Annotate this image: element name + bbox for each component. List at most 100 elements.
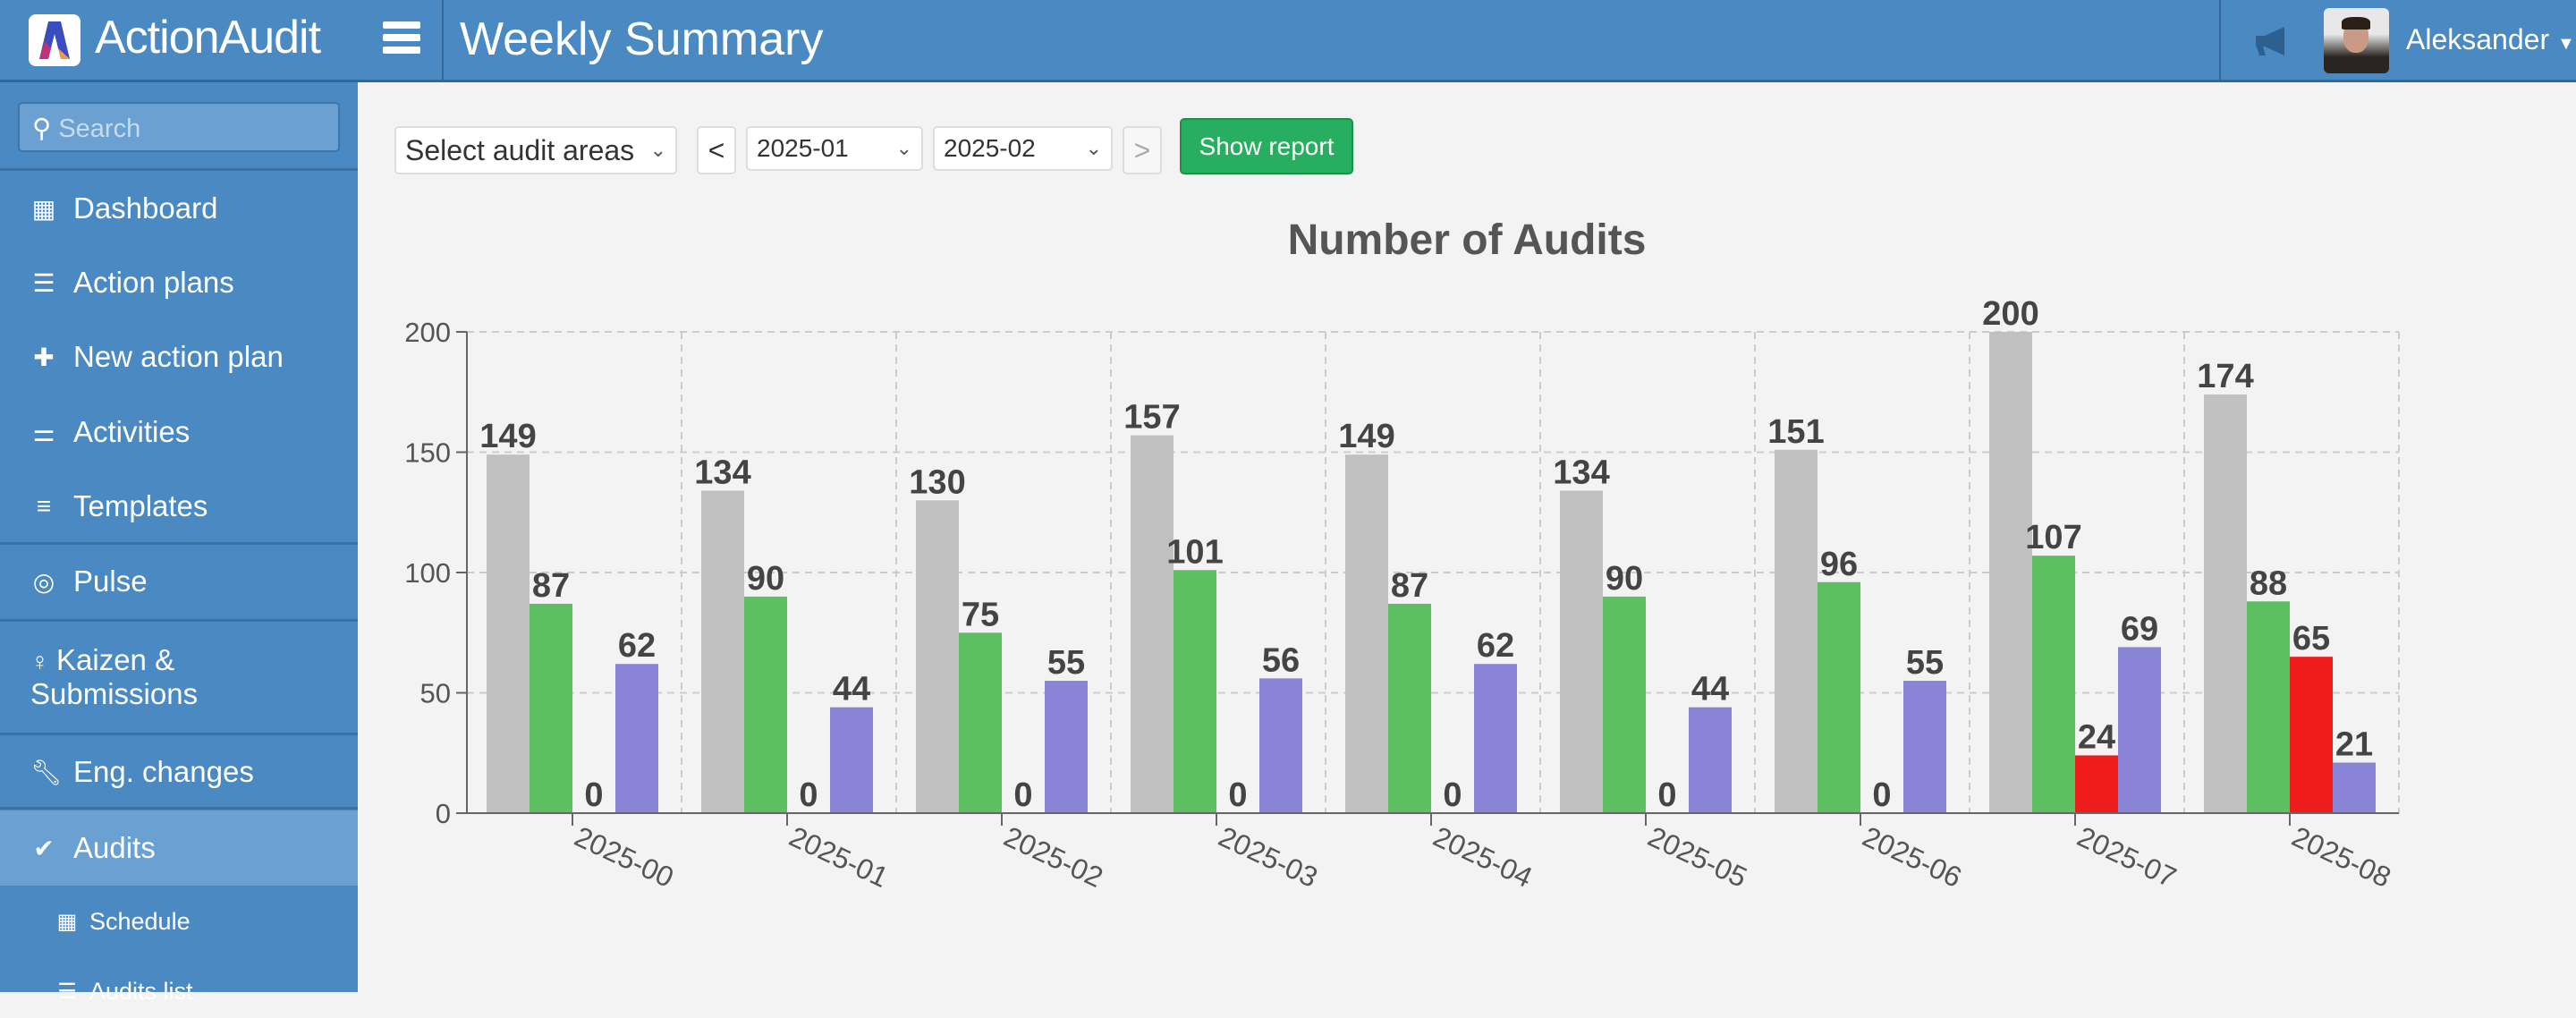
data-label: 21 [2335, 726, 2373, 764]
chevron-down-icon: ⌄ [895, 137, 912, 159]
sidebar-item-new-action-plan[interactable]: ✚ New action plan [0, 330, 358, 384]
data-label: 69 [2121, 610, 2158, 648]
label: Schedule [89, 907, 191, 935]
data-label: 149 [479, 418, 536, 455]
sidebar-item-templates[interactable]: ≡ Templates [0, 479, 358, 533]
y-tick-label: 0 [436, 798, 451, 829]
to-month-select[interactable]: 2025-02 ⌄ [933, 126, 1113, 171]
data-label: 65 [2292, 620, 2330, 657]
wrench-icon: 🔧︎ [30, 758, 63, 786]
divider [442, 0, 444, 80]
show-report-button[interactable]: Show report [1180, 118, 1353, 174]
data-label: 0 [799, 776, 818, 814]
data-label: 134 [1553, 454, 1609, 492]
x-tick-label: 2025-02 [999, 820, 1108, 894]
search-icon: ⚲ [32, 115, 52, 143]
check-icon: ✔ [33, 834, 55, 862]
data-label: 0 [1013, 776, 1032, 814]
from-month-select[interactable]: 2025-01 ⌄ [746, 126, 923, 171]
prev-button[interactable]: < [697, 126, 736, 174]
next-button[interactable]: > [1123, 126, 1162, 174]
data-label: 62 [1477, 627, 1514, 665]
data-label: 174 [2197, 358, 2253, 395]
y-tick-label: 150 [404, 437, 451, 469]
divider [0, 542, 358, 545]
label: Activities [73, 415, 191, 448]
sidebar-item-pulse[interactable]: ◎ Pulse [0, 555, 358, 608]
bar [1474, 664, 1517, 813]
data-label: 0 [1443, 776, 1462, 814]
data-label: 0 [1228, 776, 1247, 814]
data-label: 107 [2025, 519, 2081, 556]
y-tick-label: 200 [404, 317, 451, 348]
label: Submissions [30, 677, 199, 710]
bar [2333, 762, 2376, 813]
avatar[interactable] [2324, 8, 2389, 73]
server-icon: ☰ [32, 268, 55, 297]
caret-down-icon: ▼ [2556, 34, 2575, 54]
sidebar-item-action-plans[interactable]: ☰ Action plans [0, 256, 358, 310]
plus-icon: ✚ [33, 343, 55, 371]
bar [959, 632, 1002, 813]
x-tick-label: 2025-08 [2287, 820, 2396, 894]
sliders-icon: ⚌ [32, 418, 55, 446]
bar [2075, 755, 2118, 813]
sidebar-item-activities[interactable]: ⚌ Activities [0, 405, 358, 459]
bar [701, 490, 744, 813]
label: Pulse [73, 564, 148, 598]
data-label: 55 [1906, 644, 1944, 682]
bar [1388, 603, 1431, 813]
bar [916, 500, 959, 813]
sidebar-item-audits-list[interactable]: ☰ Audits list [0, 964, 358, 1018]
server-icon: ☰ [57, 979, 77, 1004]
divider [0, 807, 358, 810]
search-placeholder: Search [58, 115, 141, 143]
divider [0, 733, 358, 735]
label: Eng. changes [73, 755, 254, 788]
sidebar-item-dashboard[interactable]: ▦ Dashboard [0, 182, 358, 235]
sidebar-item-eng-changes[interactable]: 🔧︎ Eng. changes [0, 745, 358, 799]
audit-areas-select[interactable]: Select audit areas ⌄ [394, 126, 677, 174]
bar [1560, 490, 1603, 813]
y-tick-label: 100 [404, 557, 451, 589]
bar [615, 664, 658, 813]
bar [830, 707, 873, 813]
bar [1818, 581, 1860, 813]
data-label: 75 [962, 596, 999, 633]
divider [0, 619, 358, 622]
bar [2290, 657, 2333, 813]
x-tick-label: 2025-05 [1643, 820, 1752, 894]
sidebar-item-kaizen[interactable]: ♀ Kaizen & Submissions [0, 628, 358, 726]
sidebar-item-audits[interactable]: ✔ Audits [0, 810, 358, 886]
data-label: 0 [584, 776, 603, 814]
data-label: 151 [1767, 413, 1824, 451]
bar [1903, 681, 1946, 813]
data-label: 88 [2250, 564, 2287, 602]
user-menu[interactable]: Aleksander ▼ [2406, 23, 2575, 56]
bar [1775, 449, 1818, 813]
x-tick-label: 2025-00 [570, 820, 679, 894]
bar [2247, 601, 2290, 813]
menu-icon[interactable] [383, 21, 420, 57]
label: Audits [73, 831, 156, 864]
data-label: 87 [532, 567, 570, 605]
top-header: ActionAudit Weekly Summary Aleksander ▼ [0, 0, 2576, 82]
bar [1345, 454, 1388, 813]
bar [2032, 556, 2075, 813]
data-label: 0 [1872, 776, 1891, 814]
data-label: 56 [1262, 641, 1300, 679]
divider [2219, 0, 2221, 80]
chevron-down-icon: ⌄ [1085, 137, 1102, 159]
calendar-icon: ▦ [56, 909, 78, 934]
bar [487, 454, 530, 813]
bar [744, 596, 787, 813]
data-label: 101 [1166, 533, 1223, 571]
brand-name[interactable]: ActionAudit [95, 11, 321, 64]
bar [1174, 570, 1216, 813]
sidebar-item-schedule[interactable]: ▦ Schedule [0, 895, 358, 948]
search-input[interactable]: ⚲ Search [18, 102, 340, 152]
bar [1131, 435, 1174, 813]
logo[interactable] [29, 14, 80, 66]
megaphone-icon[interactable] [2254, 25, 2293, 57]
data-label: 96 [1820, 546, 1858, 583]
